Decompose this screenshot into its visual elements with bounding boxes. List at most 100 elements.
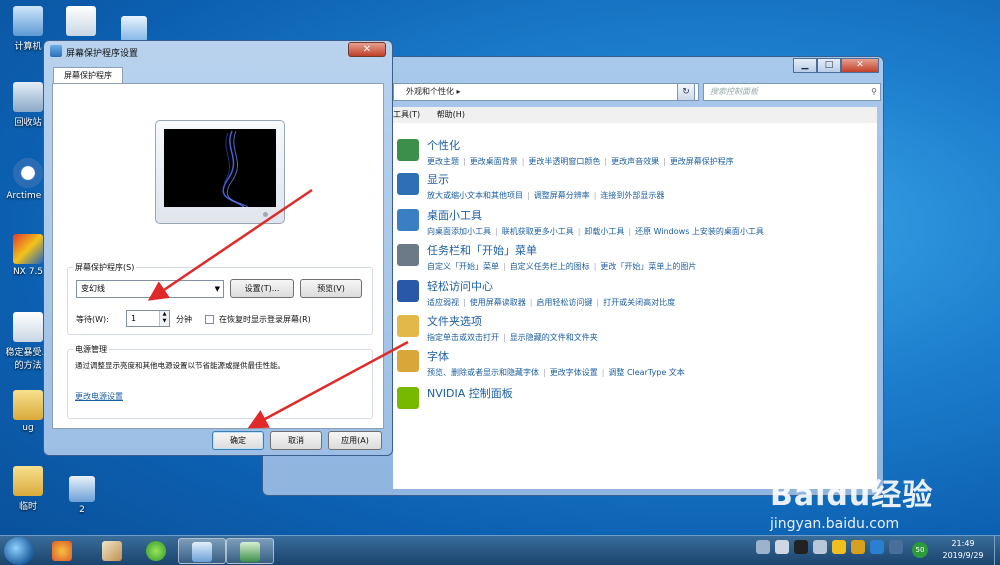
power-group: 电源管理 通过调整显示亮度和其他电源设置以节省能源或提供最佳性能。 更改电源设置 bbox=[67, 344, 373, 419]
category-link[interactable]: 启用轻松访问键 bbox=[526, 298, 593, 307]
category-title[interactable]: 显示 bbox=[427, 171, 664, 187]
category-link[interactable]: 调整 ClearType 文本 bbox=[598, 368, 685, 377]
taskbar-app-1[interactable] bbox=[38, 538, 86, 564]
category-link[interactable]: 自定义任务栏上的图标 bbox=[499, 262, 590, 271]
start-button[interactable] bbox=[4, 537, 34, 565]
category-link[interactable]: 更改半透明窗口颜色 bbox=[518, 157, 601, 166]
category-link[interactable]: 还原 Windows 上安装的桌面小工具 bbox=[624, 227, 764, 236]
window-icon bbox=[121, 16, 147, 42]
app-icon bbox=[52, 541, 72, 561]
category-title[interactable]: 个性化 bbox=[427, 137, 734, 153]
category-title[interactable]: 轻松访问中心 bbox=[427, 278, 675, 294]
maximize-button[interactable]: □ bbox=[817, 58, 841, 73]
change-power-settings-link[interactable]: 更改电源设置 bbox=[75, 391, 123, 402]
category-link[interactable]: 卸载小工具 bbox=[574, 227, 625, 236]
clock[interactable]: 21:49 2019/9/29 bbox=[934, 538, 992, 562]
settings-button[interactable]: 设置(T)... bbox=[230, 279, 294, 298]
category-link[interactable]: 向桌面添加小工具 bbox=[427, 227, 491, 236]
clock-date: 2019/9/29 bbox=[942, 551, 984, 560]
tray-badge[interactable]: 50 bbox=[912, 542, 928, 558]
category-links: 向桌面添加小工具联机获取更多小工具卸载小工具还原 Windows 上安装的桌面小… bbox=[427, 226, 764, 237]
screensaver-select[interactable]: 变幻线 ▼ bbox=[76, 280, 224, 298]
category-list: 个性化更改主题更改桌面背景更改半透明窗口颜色更改声音效果更改屏幕保护程序显示放大… bbox=[393, 123, 877, 489]
microphone-icon[interactable] bbox=[756, 540, 770, 554]
ok-button[interactable]: 确定 bbox=[212, 431, 264, 450]
qq-icon[interactable] bbox=[794, 540, 808, 554]
category-link[interactable]: 指定单击或双击打开 bbox=[427, 333, 499, 342]
chevron-down-icon: ▼ bbox=[214, 285, 220, 293]
group-label: 屏幕保护程序(S) bbox=[73, 262, 137, 273]
address-bar[interactable]: 外观和个性化 ▸ ▼ bbox=[393, 83, 699, 101]
show-desktop-button[interactable] bbox=[994, 536, 1000, 565]
category-title[interactable]: 任务栏和「开始」菜单 bbox=[427, 242, 696, 258]
category-link[interactable]: 连接到外部显示器 bbox=[590, 191, 665, 200]
category-icon bbox=[397, 350, 419, 372]
desktop-icon-temp-folder[interactable]: 临时 bbox=[4, 466, 52, 512]
apply-button[interactable]: 应用(A) bbox=[328, 431, 382, 450]
dialog-title: 屏幕保护程序设置 bbox=[66, 49, 139, 59]
category-link[interactable]: 使用屏幕读取器 bbox=[459, 298, 526, 307]
category-link[interactable]: 打开或关闭高对比度 bbox=[592, 298, 675, 307]
category-link[interactable]: 更改「开始」菜单上的图片 bbox=[590, 262, 697, 271]
resume-checkbox-label: 在恢复时显示登录屏幕(R) bbox=[219, 315, 311, 324]
category-links: 适应弱视使用屏幕读取器启用轻松访问键打开或关闭高对比度 bbox=[427, 297, 675, 308]
category-link[interactable]: 调整屏幕分辨率 bbox=[523, 191, 590, 200]
category-link[interactable]: 放大或缩小文本和其他项目 bbox=[427, 191, 523, 200]
desktop-icon-label: 临时 bbox=[18, 502, 37, 512]
recycle-bin-icon bbox=[13, 82, 43, 112]
menu-help[interactable]: 帮助(H) bbox=[437, 110, 465, 119]
category-link[interactable]: 更改主题 bbox=[427, 157, 459, 166]
taskbar-app-browser[interactable] bbox=[132, 538, 180, 564]
stepper-arrows-icon[interactable]: ▲ ▼ bbox=[159, 311, 169, 326]
wait-minutes-stepper[interactable]: 1 ▲ ▼ bbox=[126, 310, 170, 327]
security-icon[interactable] bbox=[832, 540, 846, 554]
volume-icon[interactable] bbox=[813, 540, 827, 554]
category-title[interactable]: 桌面小工具 bbox=[427, 207, 764, 223]
category-icon bbox=[397, 280, 419, 302]
minimize-button[interactable]: ▁ bbox=[793, 58, 817, 73]
category-link[interactable]: 更改声音效果 bbox=[600, 157, 659, 166]
shield-icon[interactable] bbox=[870, 540, 884, 554]
category-link[interactable]: 预览、删除或者显示和隐藏字体 bbox=[427, 368, 539, 377]
control-panel-icon bbox=[192, 542, 212, 562]
category-icon bbox=[397, 139, 419, 161]
category-title[interactable]: 字体 bbox=[427, 348, 685, 364]
category-title[interactable]: 文件夹选项 bbox=[427, 313, 598, 329]
category-item: NVIDIA 控制面板 bbox=[397, 385, 513, 409]
desktop-icon-2[interactable]: 2 bbox=[58, 476, 106, 515]
folder-icon bbox=[13, 466, 43, 496]
document-icon bbox=[66, 6, 96, 36]
search-icon: ⚲ bbox=[871, 87, 877, 96]
close-button[interactable]: ✕ bbox=[348, 42, 386, 57]
search-input[interactable]: 搜索控制面板 ⚲ bbox=[703, 83, 881, 101]
category-title[interactable]: NVIDIA 控制面板 bbox=[427, 385, 513, 401]
resume-checkbox[interactable] bbox=[205, 315, 214, 324]
refresh-icon[interactable]: ↻ bbox=[677, 83, 695, 101]
address-text: 外观和个性化 bbox=[406, 87, 454, 96]
preview-button[interactable]: 预览(V) bbox=[300, 279, 362, 298]
taskbar-app-control-panel[interactable] bbox=[178, 538, 226, 564]
category-link[interactable]: 联机获取更多小工具 bbox=[491, 227, 574, 236]
category-links: 自定义「开始」菜单自定义任务栏上的图标更改「开始」菜单上的图片 bbox=[427, 261, 696, 272]
wait-unit: 分钟 bbox=[176, 315, 192, 324]
taskbar-app-screensaver[interactable] bbox=[226, 538, 274, 564]
group-label: 电源管理 bbox=[73, 344, 109, 355]
cancel-button[interactable]: 取消 bbox=[270, 431, 322, 450]
category-link[interactable]: 更改桌面背景 bbox=[459, 157, 518, 166]
category-link[interactable]: 适应弱视 bbox=[427, 298, 459, 307]
menu-tools[interactable]: 工具(T) bbox=[393, 110, 420, 119]
network-icon[interactable] bbox=[851, 540, 865, 554]
browser-icon bbox=[146, 541, 166, 561]
tab-screensaver[interactable]: 屏幕保护程序 bbox=[53, 67, 123, 84]
notification-icon[interactable] bbox=[889, 540, 903, 554]
keyboard-icon[interactable] bbox=[775, 540, 789, 554]
computer-icon bbox=[13, 6, 43, 36]
category-item: 文件夹选项指定单击或双击打开显示隐藏的文件和文件夹 bbox=[397, 313, 598, 343]
taskbar-app-paint[interactable] bbox=[88, 538, 136, 564]
category-link[interactable]: 更改屏幕保护程序 bbox=[659, 157, 734, 166]
category-link[interactable]: 更改字体设置 bbox=[539, 368, 598, 377]
category-link[interactable]: 显示隐藏的文件和文件夹 bbox=[499, 333, 598, 342]
close-button[interactable]: ✕ bbox=[841, 58, 879, 73]
desktop-icon-document[interactable] bbox=[57, 6, 105, 39]
category-link[interactable]: 自定义「开始」菜单 bbox=[427, 262, 499, 271]
